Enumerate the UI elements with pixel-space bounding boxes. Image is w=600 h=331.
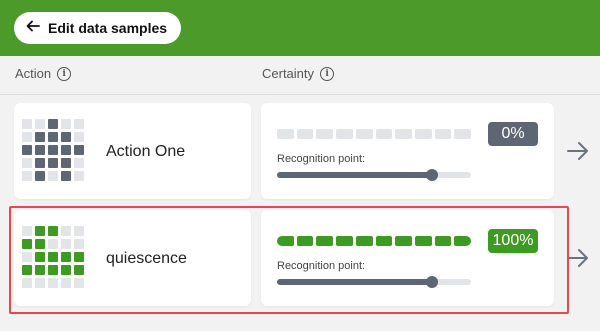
arrow-right-icon[interactable] (566, 140, 594, 164)
certainty-segment (454, 129, 471, 139)
certainty-badge: 0% (488, 122, 538, 146)
pattern-cell (35, 132, 45, 142)
selected-row-highlight (9, 206, 569, 314)
recognition-point-label: Recognition point: (277, 153, 366, 165)
header-divider (0, 94, 600, 95)
column-header-certainty-label: Certainty (262, 66, 315, 81)
certainty-segment (277, 129, 294, 139)
slider-fill (277, 172, 433, 178)
pattern-cell (74, 145, 84, 155)
pattern-cell (74, 158, 84, 168)
pattern-cell (22, 119, 32, 129)
info-icon[interactable]: i (320, 66, 335, 81)
pattern-cell (48, 145, 58, 155)
pattern-cell (35, 158, 45, 168)
pattern-cell (48, 158, 58, 168)
pattern-cell (61, 119, 71, 129)
column-header-action: Action i (15, 66, 72, 81)
pattern-cell (35, 119, 45, 129)
certainty-segment (395, 129, 412, 139)
pattern-cell (61, 171, 71, 181)
certainty-segment (434, 129, 452, 139)
arrow-left-icon (26, 20, 40, 36)
pattern-cell (61, 132, 71, 142)
certainty-card: 0% Recognition point: (261, 103, 554, 199)
slider-thumb[interactable] (426, 169, 439, 181)
pattern-cell (35, 145, 45, 155)
certainty-segment (336, 129, 353, 139)
column-header-certainty: Certainty i (262, 66, 335, 81)
pattern-cell (48, 171, 58, 181)
recognition-point-slider[interactable] (277, 169, 471, 181)
pattern-cell (74, 119, 84, 129)
action-pattern-grid (22, 119, 84, 181)
certainty-segment (316, 129, 334, 139)
certainty-segment (296, 129, 314, 139)
certainty-segment (375, 129, 393, 139)
pattern-cell (74, 132, 84, 142)
pattern-cell (22, 158, 32, 168)
certainty-segment (414, 129, 432, 139)
pattern-cell (48, 132, 58, 142)
certainty-segment (355, 129, 373, 139)
info-icon[interactable]: i (57, 66, 72, 81)
back-button[interactable]: Edit data samples (14, 12, 182, 44)
arrow-right-icon[interactable] (566, 247, 594, 271)
pattern-cell (74, 171, 84, 181)
pattern-cell (35, 171, 45, 181)
pattern-cell (61, 145, 71, 155)
back-button-label: Edit data samples (48, 20, 168, 36)
pattern-cell (22, 145, 32, 155)
pattern-cell (22, 132, 32, 142)
column-header-action-label: Action (15, 66, 52, 81)
pattern-cell (48, 119, 58, 129)
action-name: Action One (106, 143, 186, 160)
header-bar: Edit data samples (0, 0, 600, 56)
pattern-cell (61, 158, 71, 168)
pattern-cell (22, 171, 32, 181)
certainty-bar (277, 129, 471, 139)
action-card[interactable]: Action One (14, 103, 251, 199)
